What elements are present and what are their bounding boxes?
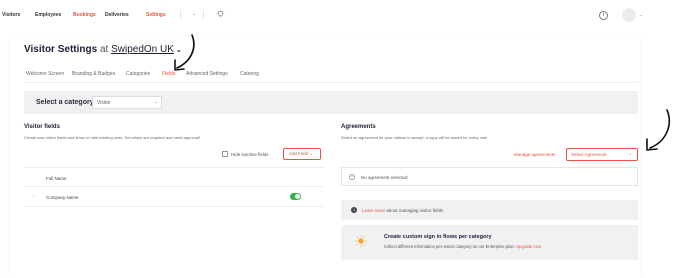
field-company-name[interactable]: Company Name xyxy=(46,195,79,200)
promo-title: Create custom sign in flows per category xyxy=(384,234,492,240)
lightbulb-icon[interactable] xyxy=(216,9,225,19)
tab-welcome-screen[interactable]: Welcome Screen xyxy=(26,71,64,77)
annotation-arrow-icon xyxy=(646,109,671,151)
promo-description: Collect different information per visito… xyxy=(384,244,542,249)
tab-catering[interactable]: Catering xyxy=(240,71,259,77)
toggle-knob xyxy=(295,194,300,199)
info-banner-text: Learn more about managing visitor fields xyxy=(362,208,444,213)
row-divider xyxy=(24,167,324,168)
agreements-description: Select an agreement for your visitors to… xyxy=(341,135,488,140)
tab-branding-badges[interactable]: Branding & Badges xyxy=(72,71,115,77)
upgrade-now-link[interactable]: Upgrade now xyxy=(516,244,541,249)
agreements-heading: Agreements xyxy=(341,124,376,130)
location-selector[interactable]: SwipedOn UK xyxy=(111,44,174,55)
manage-agreements-link[interactable]: Manage agreements xyxy=(514,152,555,157)
circle-minus-icon: − xyxy=(349,174,355,180)
user-avatar[interactable] xyxy=(622,8,636,22)
nav-settings[interactable]: Settings xyxy=(146,12,166,18)
chevron-down-icon[interactable]: ⌄ xyxy=(639,12,643,18)
annotation-arrow-icon xyxy=(174,34,195,71)
visitor-fields-heading: Visitor fields xyxy=(24,124,60,130)
chevron-down-icon[interactable]: ⌄ xyxy=(192,11,196,17)
lightbulb-icon xyxy=(355,235,367,247)
chevron-down-icon: ⌄ xyxy=(628,151,633,157)
field-full-name[interactable]: Full Name xyxy=(46,176,67,181)
nav-visitors[interactable]: Visitors xyxy=(2,12,20,18)
agreement-select-value: Select Agreement xyxy=(571,152,607,157)
top-navigation: Visitors Employees Bookings Deliveries S… xyxy=(0,0,688,30)
info-icon[interactable]: i xyxy=(599,11,608,20)
upgrade-promo xyxy=(341,225,638,260)
nav-bookings[interactable]: Bookings xyxy=(73,12,96,18)
row-divider xyxy=(24,206,324,207)
category-select-value: Visitor xyxy=(97,100,111,106)
chevron-right-icon[interactable]: › xyxy=(33,194,35,200)
info-icon: i xyxy=(351,207,357,213)
nav-divider xyxy=(180,11,181,19)
visitor-fields-description: Create new visitor fields and show or hi… xyxy=(24,135,201,140)
no-agreement-text: No agreement selected xyxy=(361,175,408,180)
chevron-down-icon: ⌄ xyxy=(154,99,159,105)
row-divider xyxy=(24,186,324,187)
add-field-label: Add Field ⌄ xyxy=(289,151,314,156)
hide-inactive-label: Hide inactive fields xyxy=(231,152,269,157)
nav-divider xyxy=(203,11,204,19)
category-label: Select a category xyxy=(36,99,94,106)
tab-categories[interactable]: Categories xyxy=(126,71,150,77)
hide-inactive-checkbox[interactable] xyxy=(222,151,228,157)
page-title: Visitor Settings at SwipedOn UK ⌄ xyxy=(24,44,182,55)
nav-deliveries[interactable]: Deliveries xyxy=(105,12,129,18)
learn-more-link[interactable]: Learn more xyxy=(362,208,385,213)
nav-employees[interactable]: Employees xyxy=(35,12,61,18)
tabs-divider xyxy=(24,82,638,83)
